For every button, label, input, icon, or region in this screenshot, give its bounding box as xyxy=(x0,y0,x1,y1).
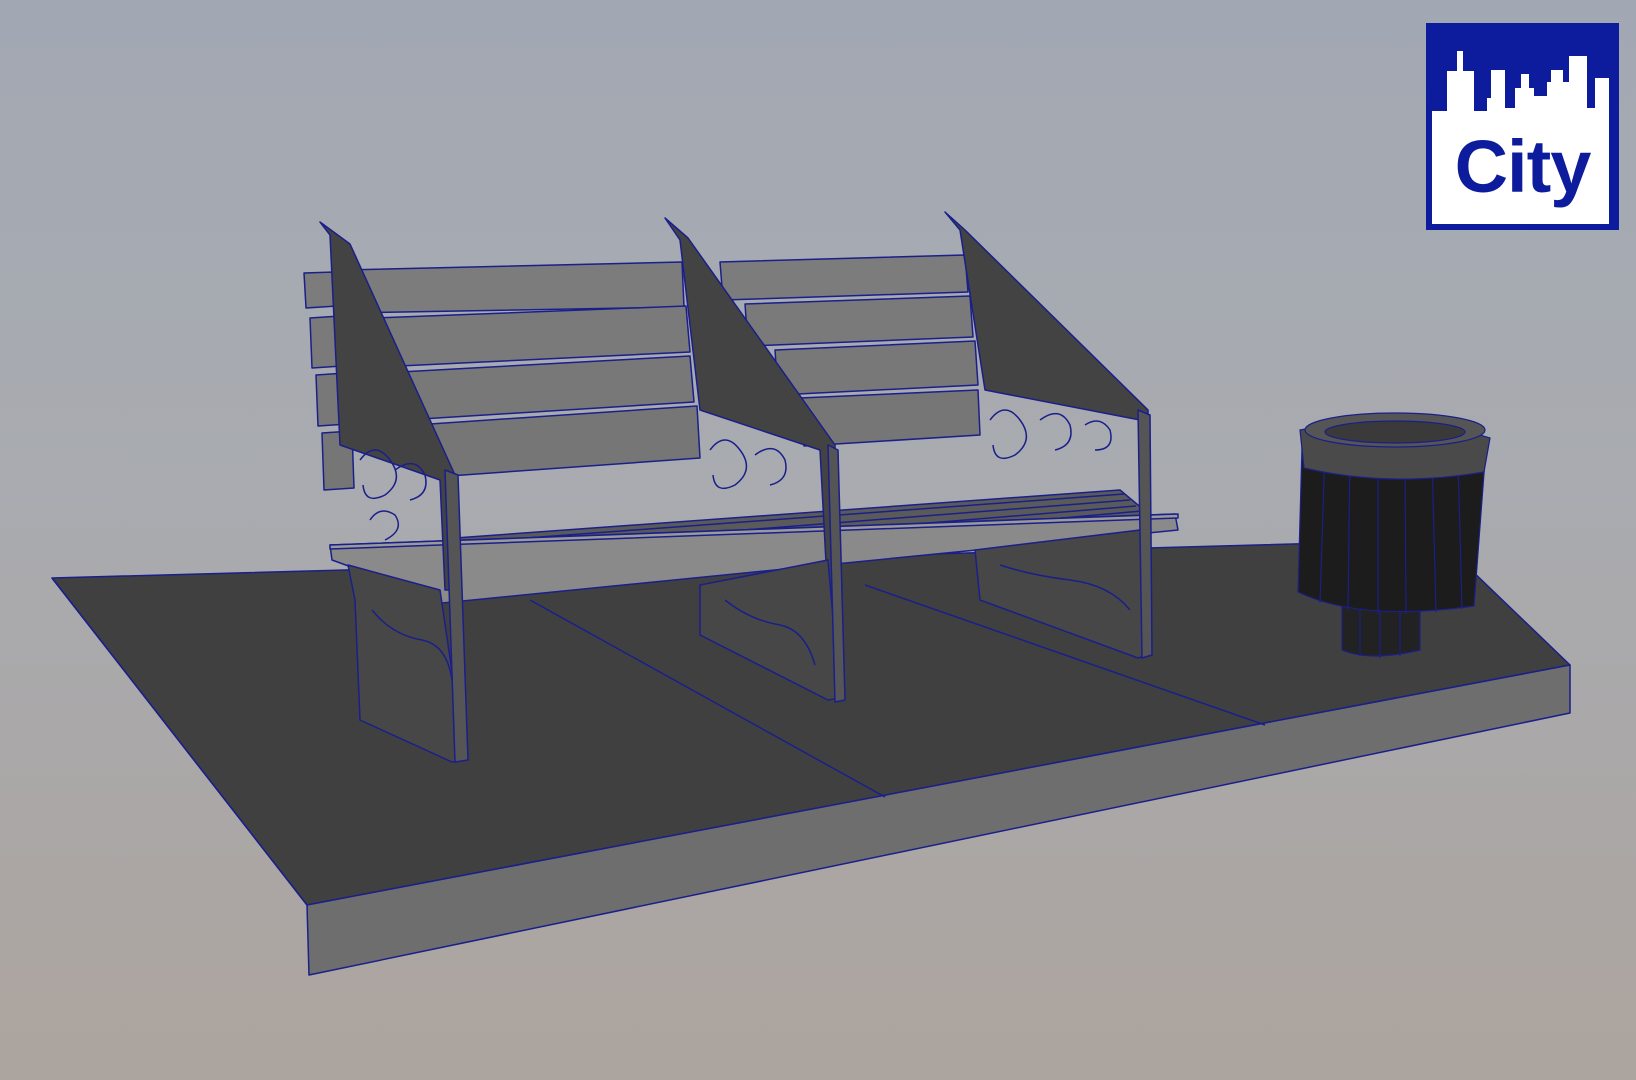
scene xyxy=(51,211,1571,976)
back-slat xyxy=(374,305,691,368)
back-slat xyxy=(744,295,974,347)
city-logo: City xyxy=(1426,23,1619,230)
back-slat xyxy=(344,261,685,314)
logo-text: City xyxy=(1454,125,1592,208)
3d-viewport[interactable]: City xyxy=(0,0,1636,1080)
back-slat xyxy=(774,340,979,396)
back-slat xyxy=(719,254,969,301)
